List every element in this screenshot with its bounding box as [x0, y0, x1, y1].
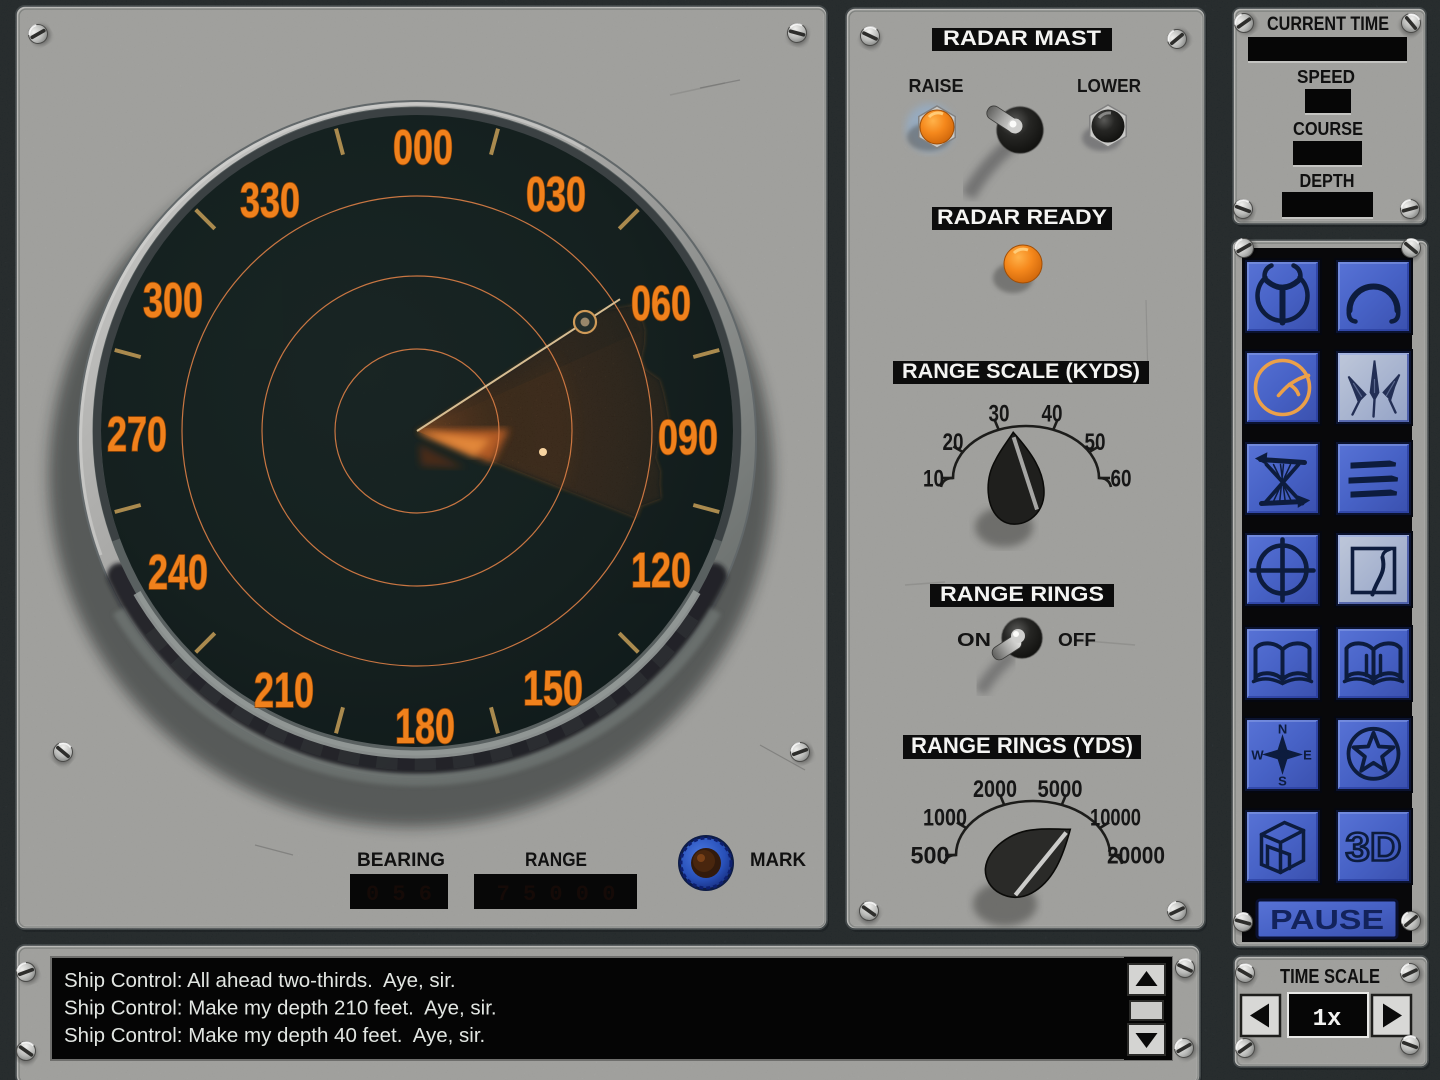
svg-text:3D: 3D [1346, 826, 1402, 870]
svg-text:10: 10 [923, 466, 944, 493]
svg-text:CURRENT TIME: CURRENT TIME [1267, 14, 1389, 35]
svg-text:240: 240 [148, 546, 208, 600]
svg-text:RANGE RINGS: RANGE RINGS [940, 583, 1104, 606]
svg-text:MARK: MARK [750, 850, 806, 871]
svg-text:5000: 5000 [1038, 776, 1083, 803]
svg-text:40: 40 [1042, 401, 1063, 428]
svg-text:7 5 0 0 0: 7 5 0 0 0 [497, 882, 616, 907]
svg-text:180: 180 [395, 700, 455, 754]
svg-text:210: 210 [254, 664, 314, 718]
svg-text:60: 60 [1111, 466, 1132, 493]
svg-text:50: 50 [1085, 429, 1106, 456]
svg-text:RADAR READY: RADAR READY [937, 206, 1107, 229]
svg-text:E: E [1303, 748, 1312, 763]
svg-text:1x: 1x [1313, 1006, 1342, 1033]
svg-text:OFF: OFF [1058, 630, 1096, 650]
svg-text:150: 150 [523, 662, 583, 716]
svg-text:RANGE RINGS (YDS): RANGE RINGS (YDS) [911, 733, 1133, 758]
svg-text:090: 090 [658, 411, 718, 465]
svg-text:300: 300 [143, 274, 203, 328]
svg-text:270: 270 [107, 408, 167, 462]
svg-text:20: 20 [943, 429, 964, 456]
svg-text:030: 030 [526, 168, 586, 222]
svg-text:BEARING: BEARING [357, 850, 445, 871]
svg-text:120: 120 [631, 544, 691, 598]
svg-text:000: 000 [393, 121, 453, 175]
svg-text:Ship Control: All ahead two-th: Ship Control: All ahead two-thirds. Aye,… [64, 969, 456, 992]
svg-text:W: W [1251, 748, 1264, 763]
svg-text:DEPTH: DEPTH [1300, 171, 1355, 191]
svg-text:RADAR MAST: RADAR MAST [943, 27, 1101, 50]
svg-text:COURSE: COURSE [1293, 119, 1363, 139]
svg-text:060: 060 [631, 277, 691, 331]
svg-text:1000: 1000 [923, 805, 967, 832]
svg-text:RANGE SCALE (KYDS): RANGE SCALE (KYDS) [902, 360, 1140, 383]
svg-text:RANGE: RANGE [525, 850, 587, 871]
svg-text:20000: 20000 [1107, 843, 1165, 870]
svg-text:330: 330 [240, 174, 300, 228]
svg-text:Ship Control: Make my depth 21: Ship Control: Make my depth 210 feet. Ay… [64, 997, 497, 1020]
svg-text:30: 30 [989, 401, 1010, 428]
svg-text:TIME SCALE: TIME SCALE [1280, 966, 1380, 988]
svg-text:2000: 2000 [973, 776, 1017, 803]
svg-text:Ship Control: Make my depth 40: Ship Control: Make my depth 40 feet. Aye… [64, 1024, 485, 1047]
svg-text:SPEED: SPEED [1297, 67, 1355, 87]
svg-text:500: 500 [911, 843, 950, 870]
svg-text:N: N [1278, 722, 1287, 737]
svg-text:PAUSE: PAUSE [1270, 904, 1384, 935]
svg-text:0 5 6: 0 5 6 [366, 882, 432, 907]
svg-text:LOWER: LOWER [1077, 76, 1141, 96]
svg-text:10000: 10000 [1090, 805, 1141, 832]
svg-text:RAISE: RAISE [909, 76, 964, 96]
svg-text:S: S [1278, 774, 1287, 789]
svg-text:ON: ON [957, 630, 991, 650]
